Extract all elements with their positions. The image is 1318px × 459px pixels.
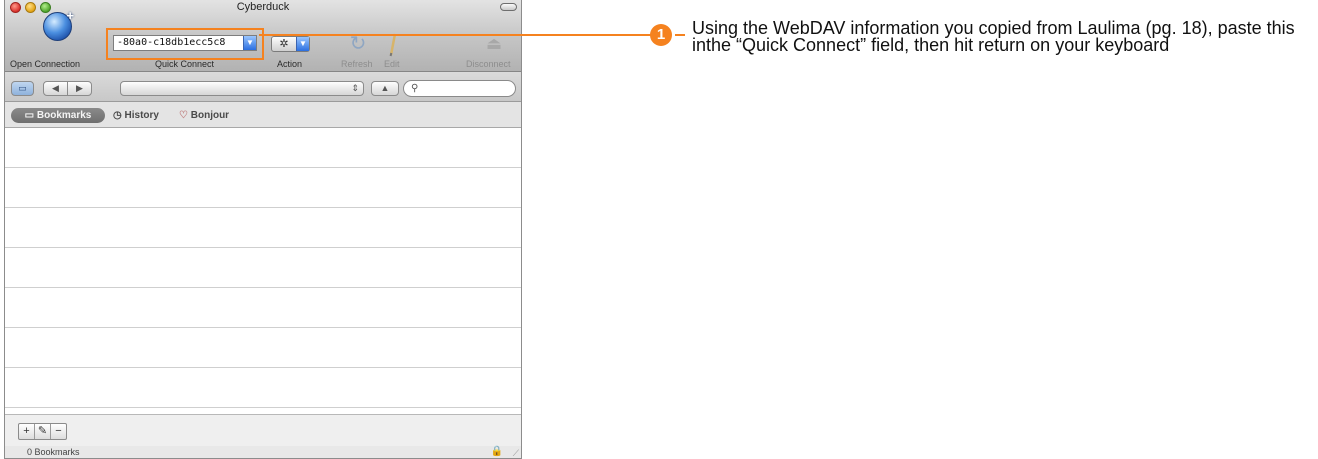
list-item[interactable] xyxy=(5,368,521,408)
source-tabs: ▭ Bookmarks ◷ History ♡ Bonjour xyxy=(5,102,521,128)
plus-icon: + xyxy=(66,8,74,23)
up-arrow-icon: ▲ xyxy=(380,83,390,93)
window-titlebar: Cyberduck + Open Connection -80a0-c18db1… xyxy=(5,0,521,72)
open-connection-label: Open Connection xyxy=(10,59,81,69)
refresh-icon[interactable]: ↻ xyxy=(347,33,369,55)
status-bar: 0 Bookmarks 🔒 ⟋ xyxy=(5,446,521,458)
tab-bonjour[interactable]: ♡ Bonjour xyxy=(179,108,229,123)
edit-label: Edit xyxy=(384,59,400,69)
disconnect-label: Disconnect xyxy=(466,59,511,69)
bookmarks-toggle-button[interactable]: ▭ xyxy=(11,81,34,96)
bookmark-tools: + ✎ − xyxy=(5,414,521,446)
navigation-bar: ▭ ◀ ▶ ⇕ ▲ ⚲ xyxy=(5,72,521,102)
quick-connect-highlight xyxy=(106,28,264,60)
tab-history[interactable]: ◷ History xyxy=(113,108,159,123)
list-item[interactable] xyxy=(5,168,521,208)
resize-grip-icon[interactable]: ⟋ xyxy=(513,448,519,458)
bookmark-tool-group: + ✎ − xyxy=(18,423,67,440)
book-icon: ▭ xyxy=(24,110,37,121)
bookmark-list[interactable] xyxy=(5,128,521,414)
list-item[interactable] xyxy=(5,328,521,368)
callout-line xyxy=(259,34,663,36)
list-item[interactable] xyxy=(5,128,521,168)
remove-bookmark-button[interactable]: − xyxy=(51,424,66,439)
add-bookmark-button[interactable]: + xyxy=(19,424,35,439)
bookmark-count: 0 Bookmarks xyxy=(27,447,80,457)
path-popup[interactable]: ⇕ xyxy=(120,81,364,96)
edit-bookmark-button[interactable]: ✎ xyxy=(35,424,51,439)
search-icon: ⚲ xyxy=(411,83,419,94)
parent-directory-button[interactable]: ▲ xyxy=(371,81,399,96)
quick-connect-label: Quick Connect xyxy=(155,59,215,69)
chevron-down-icon: ▼ xyxy=(296,37,309,51)
refresh-label: Refresh xyxy=(341,59,373,69)
window-title: Cyberduck xyxy=(236,1,290,13)
back-arrow-icon: ◀ xyxy=(52,83,59,93)
eject-icon[interactable]: ⏏ xyxy=(483,35,505,53)
open-connection-button[interactable]: + xyxy=(43,8,74,41)
forward-arrow-icon: ▶ xyxy=(76,83,83,93)
list-item[interactable] xyxy=(5,208,521,248)
clock-icon: ◷ xyxy=(113,110,125,121)
back-button[interactable]: ◀ xyxy=(43,81,68,96)
callout-number: 1 xyxy=(650,24,672,46)
updown-arrows-icon: ⇕ xyxy=(351,83,359,93)
list-item[interactable] xyxy=(5,248,521,288)
action-label: Action xyxy=(277,59,303,69)
tab-history-label: History xyxy=(124,110,159,121)
book-icon: ▭ xyxy=(18,83,27,93)
callout-tail xyxy=(675,34,685,36)
gear-icon: ✲ xyxy=(279,38,289,50)
tab-bookmarks-label: Bookmarks xyxy=(36,110,92,121)
forward-button[interactable]: ▶ xyxy=(67,81,92,96)
action-menu-button[interactable]: ✲ ▼ xyxy=(271,36,310,52)
lock-icon: 🔒 xyxy=(490,446,503,457)
tab-bookmarks[interactable]: ▭ Bookmarks xyxy=(11,108,105,123)
bonjour-icon: ♡ xyxy=(179,110,191,121)
search-input[interactable]: ⚲ xyxy=(403,80,516,97)
callout-text: Using the WebDAV information you copied … xyxy=(692,18,1295,55)
list-item[interactable] xyxy=(5,288,521,328)
cyberduck-window: Cyberduck + Open Connection -80a0-c18db1… xyxy=(4,0,522,459)
toolbar-toggle-button[interactable] xyxy=(500,3,517,11)
tab-bonjour-label: Bonjour xyxy=(190,110,230,121)
pencil-icon[interactable] xyxy=(389,33,397,57)
